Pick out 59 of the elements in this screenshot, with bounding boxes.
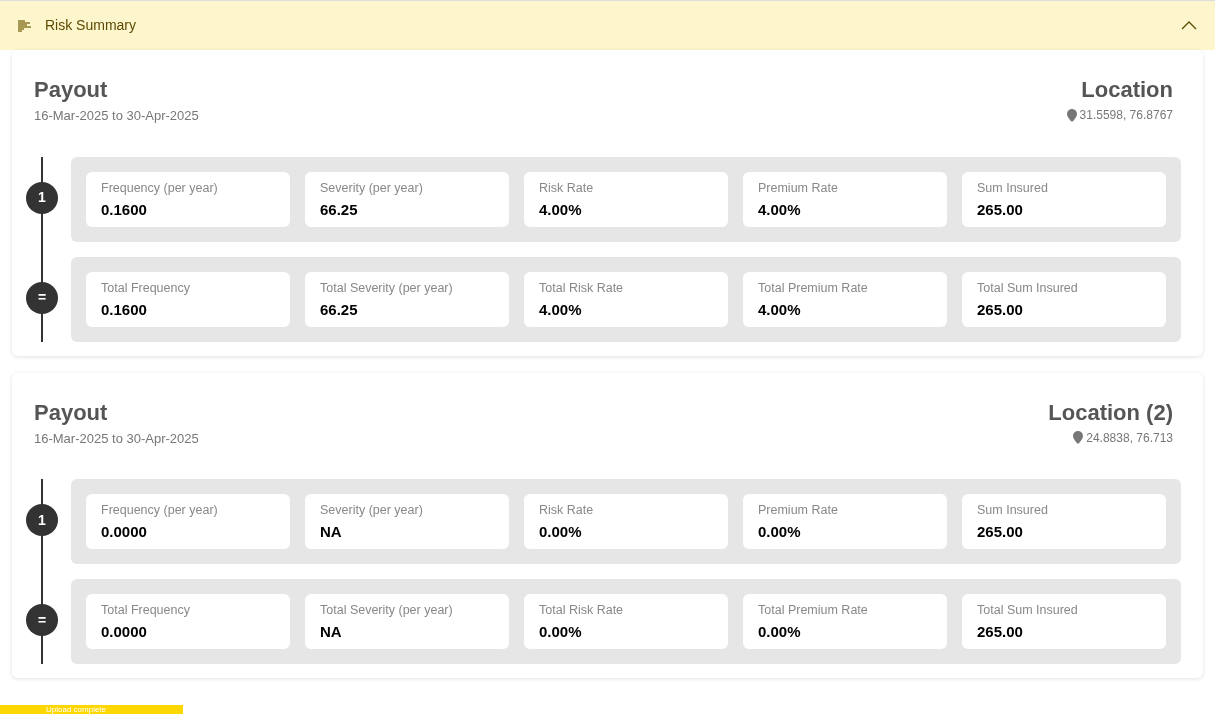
metric-label: Total Risk Rate bbox=[539, 602, 625, 619]
metric-label: Total Severity (per year) bbox=[320, 279, 454, 297]
metric-label: Total Severity (per year) bbox=[320, 602, 454, 619]
metric-label: Total Sum Insured bbox=[977, 602, 1079, 619]
card-title: Payout bbox=[34, 76, 109, 104]
metric-label: Total Frequency bbox=[101, 602, 191, 619]
metric-label: Frequency (per year) bbox=[101, 179, 219, 197]
metric-label: Premium Rate bbox=[758, 502, 839, 519]
metric-value: 0.00% bbox=[758, 522, 802, 542]
metric-label: Risk Rate bbox=[539, 502, 595, 519]
location-title: Location bbox=[1081, 76, 1173, 104]
card-title: Payout bbox=[34, 398, 109, 427]
metric-value: 0.0000 bbox=[101, 622, 148, 642]
metric-value: 4.00% bbox=[539, 299, 583, 320]
upload-status: Upload complete bbox=[0, 705, 183, 714]
metric-label: Sum Insured bbox=[977, 502, 1049, 519]
map-pin-icon bbox=[1073, 431, 1084, 444]
metric-value: 4.00% bbox=[758, 299, 802, 320]
metric-value: NA bbox=[320, 622, 343, 642]
metric-label: Sum Insured bbox=[977, 179, 1049, 197]
metric-value: 0.0000 bbox=[101, 522, 148, 542]
step-marker: 1 bbox=[26, 181, 58, 214]
metric-value: 4.00% bbox=[758, 199, 802, 220]
metric-value: 0.00% bbox=[758, 622, 802, 642]
metric-value: 66.25 bbox=[320, 299, 359, 320]
metric-value: 0.00% bbox=[539, 522, 583, 542]
metric-value: 66.25 bbox=[320, 199, 359, 220]
step-marker: 1 bbox=[26, 504, 58, 536]
coordinates: 24.8838, 76.713 bbox=[1086, 429, 1173, 447]
list-icon bbox=[18, 19, 32, 32]
metric-value: 265.00 bbox=[977, 622, 1024, 642]
metric-value: 4.00% bbox=[539, 199, 583, 220]
metric-label: Severity (per year) bbox=[320, 502, 424, 519]
metric-label: Frequency (per year) bbox=[101, 502, 219, 519]
metric-value: 265.00 bbox=[977, 299, 1024, 320]
panel-title: Risk Summary bbox=[45, 16, 136, 35]
metric-label: Total Premium Rate bbox=[758, 602, 869, 619]
metric-label: Total Premium Rate bbox=[758, 279, 869, 297]
coordinates: 31.5598, 76.8767 bbox=[1079, 107, 1173, 124]
metric-value: 265.00 bbox=[977, 199, 1024, 220]
metric-label: Total Sum Insured bbox=[977, 279, 1079, 297]
metric-value: 0.00% bbox=[539, 622, 583, 642]
date-range: 16-Mar-2025 to 30-Apr-2025 bbox=[34, 107, 199, 125]
step-marker: = bbox=[26, 604, 58, 636]
map-pin-icon bbox=[1066, 108, 1077, 122]
step-marker: = bbox=[26, 281, 58, 314]
metric-label: Total Risk Rate bbox=[539, 279, 625, 297]
chevron-up-icon[interactable] bbox=[1181, 21, 1197, 30]
metric-label: Severity (per year) bbox=[320, 179, 424, 197]
metric-value: NA bbox=[320, 522, 343, 542]
metric-label: Premium Rate bbox=[758, 179, 839, 197]
location-title: Location (2) bbox=[1048, 398, 1173, 427]
metric-value: 265.00 bbox=[977, 522, 1024, 542]
metric-value: 0.1600 bbox=[101, 299, 148, 320]
date-range: 16-Mar-2025 to 30-Apr-2025 bbox=[34, 429, 199, 448]
metric-value: 0.1600 bbox=[101, 199, 148, 220]
metric-label: Risk Rate bbox=[539, 179, 595, 197]
panel-header[interactable]: Risk Summary bbox=[0, 1, 1215, 50]
metric-label: Total Frequency bbox=[101, 279, 191, 297]
